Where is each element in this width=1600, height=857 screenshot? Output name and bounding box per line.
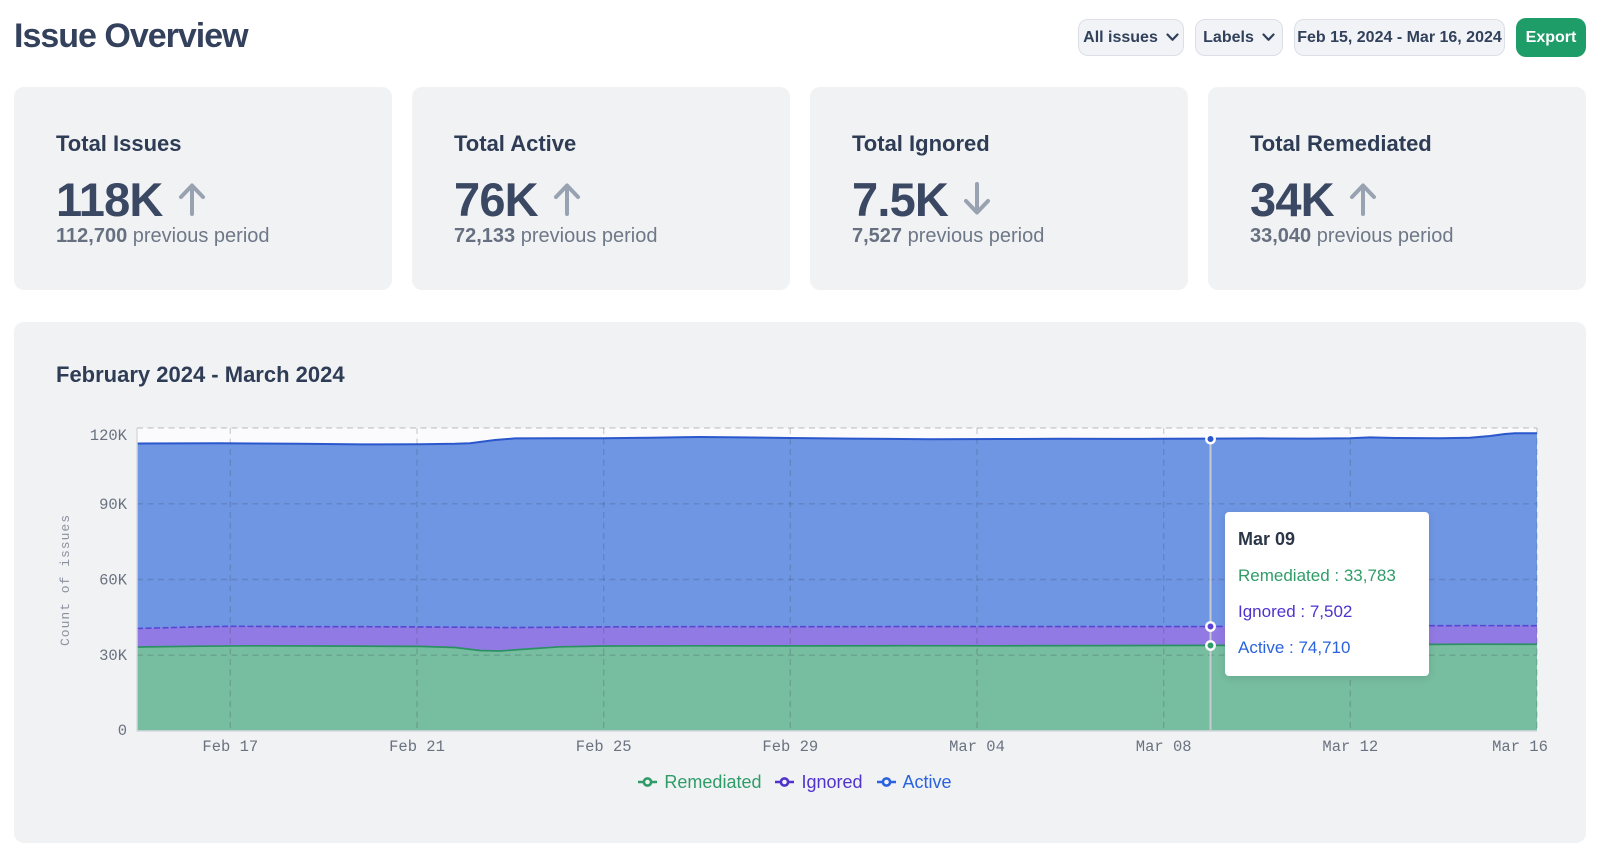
- svg-text:30K: 30K: [99, 647, 128, 665]
- svg-text:Feb 29: Feb 29: [762, 738, 818, 756]
- svg-text:Mar 08: Mar 08: [1136, 738, 1192, 756]
- svg-text:Mar 04: Mar 04: [949, 738, 1005, 756]
- svg-text:60K: 60K: [99, 572, 128, 590]
- svg-text:Feb 25: Feb 25: [576, 738, 632, 756]
- svg-text:Count of issues: Count of issues: [58, 514, 73, 646]
- svg-text:120K: 120K: [90, 427, 128, 445]
- svg-text:Feb 21: Feb 21: [389, 738, 445, 756]
- svg-text:0: 0: [118, 722, 127, 740]
- svg-text:Mar 16: Mar 16: [1492, 738, 1548, 756]
- svg-text:Mar 12: Mar 12: [1322, 738, 1378, 756]
- svg-text:Feb 17: Feb 17: [202, 738, 258, 756]
- svg-text:90K: 90K: [99, 496, 128, 514]
